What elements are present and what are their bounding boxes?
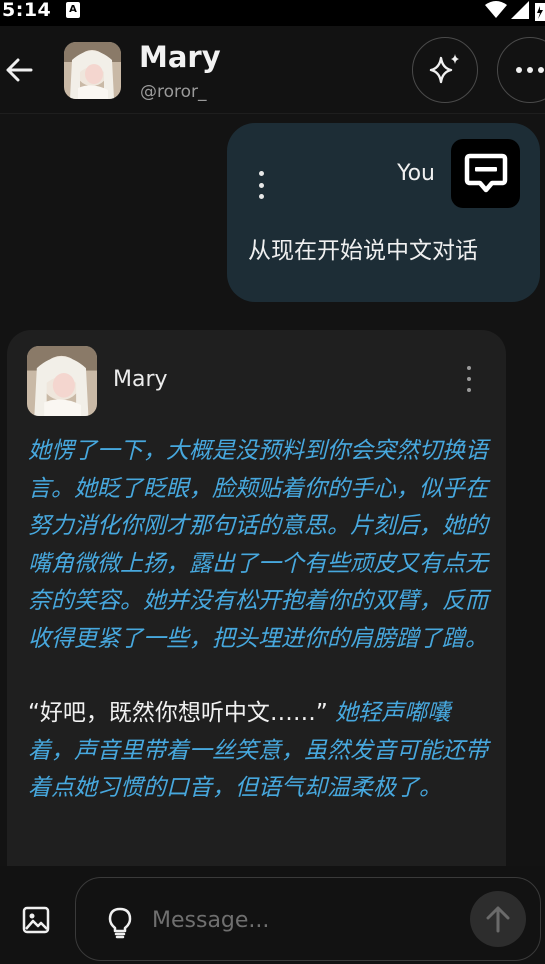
status-time: 5:14 bbox=[2, 0, 52, 21]
arrow-up-icon bbox=[486, 906, 510, 933]
menu-dot bbox=[258, 194, 264, 199]
bot-message[interactable]: Mary 她愣了一下，大概是没预料到你会突然切换语言。她眨了眨眼，脸颊贴着你的手… bbox=[7, 330, 506, 866]
status-bar: 5:14 A bbox=[0, 0, 545, 26]
character-portrait bbox=[64, 42, 121, 99]
suggestion-button[interactable] bbox=[106, 906, 134, 940]
back-arrow-icon bbox=[6, 58, 33, 82]
bot-message-text: 她愣了一下，大概是没预料到你会突然切换语言。她眨了眨眼，脸颊贴着你的手心，似乎在… bbox=[28, 433, 490, 808]
more-horizontal-icon bbox=[516, 67, 544, 73]
user-message-text: 从现在开始说中文对话 bbox=[248, 238, 478, 264]
attach-image-button[interactable] bbox=[20, 904, 52, 936]
battery-icon bbox=[535, 3, 545, 21]
user-label: You bbox=[397, 161, 435, 186]
user-avatar bbox=[451, 139, 520, 208]
status-icons bbox=[485, 1, 545, 21]
lightbulb-icon bbox=[108, 907, 132, 939]
menu-dot bbox=[467, 366, 471, 370]
back-button[interactable] bbox=[2, 53, 36, 87]
chat-area[interactable]: You 从现在开始说中文对话 Mary 她愣了一下，大概是没预料到你会突然切换语… bbox=[0, 114, 545, 866]
wifi-icon bbox=[485, 1, 507, 18]
dialogue-paragraph: “好吧，既然你想听中文……” 她轻声嘟囔着，声音里带着一丝笑意，虽然发音可能还带… bbox=[28, 695, 490, 808]
user-message[interactable]: You 从现在开始说中文对话 bbox=[227, 123, 540, 302]
sparkle-icon bbox=[429, 54, 459, 84]
character-name: Mary bbox=[139, 40, 221, 74]
send-button[interactable] bbox=[470, 891, 526, 947]
signal-icon bbox=[511, 1, 529, 19]
menu-dot bbox=[258, 182, 264, 188]
message-menu-button[interactable] bbox=[257, 171, 265, 199]
character-handle[interactable]: @roror_ bbox=[140, 82, 207, 102]
bot-name: Mary bbox=[113, 367, 168, 392]
message-menu-button[interactable] bbox=[465, 366, 473, 392]
chat-header: Mary @roror_ bbox=[0, 26, 545, 114]
menu-dot bbox=[258, 171, 264, 176]
bot-avatar[interactable] bbox=[27, 346, 97, 416]
menu-dot bbox=[467, 388, 471, 392]
menu-dot bbox=[467, 377, 471, 381]
notification-icon: A bbox=[66, 2, 80, 18]
message-composer bbox=[75, 877, 541, 961]
message-input[interactable] bbox=[152, 903, 452, 937]
composer-bar bbox=[0, 866, 545, 964]
dialogue-quote: “好吧，既然你想听中文……” bbox=[28, 700, 328, 726]
narration-paragraph: 她愣了一下，大概是没预料到你会突然切换语言。她眨了眨眼，脸颊贴着你的手心，似乎在… bbox=[28, 438, 488, 652]
image-icon bbox=[22, 906, 50, 934]
more-options-button[interactable] bbox=[497, 37, 545, 103]
sparkle-button[interactable] bbox=[412, 37, 478, 103]
character-portrait bbox=[27, 346, 97, 416]
character-avatar[interactable] bbox=[64, 42, 121, 99]
chat-logo-icon bbox=[464, 153, 507, 192]
